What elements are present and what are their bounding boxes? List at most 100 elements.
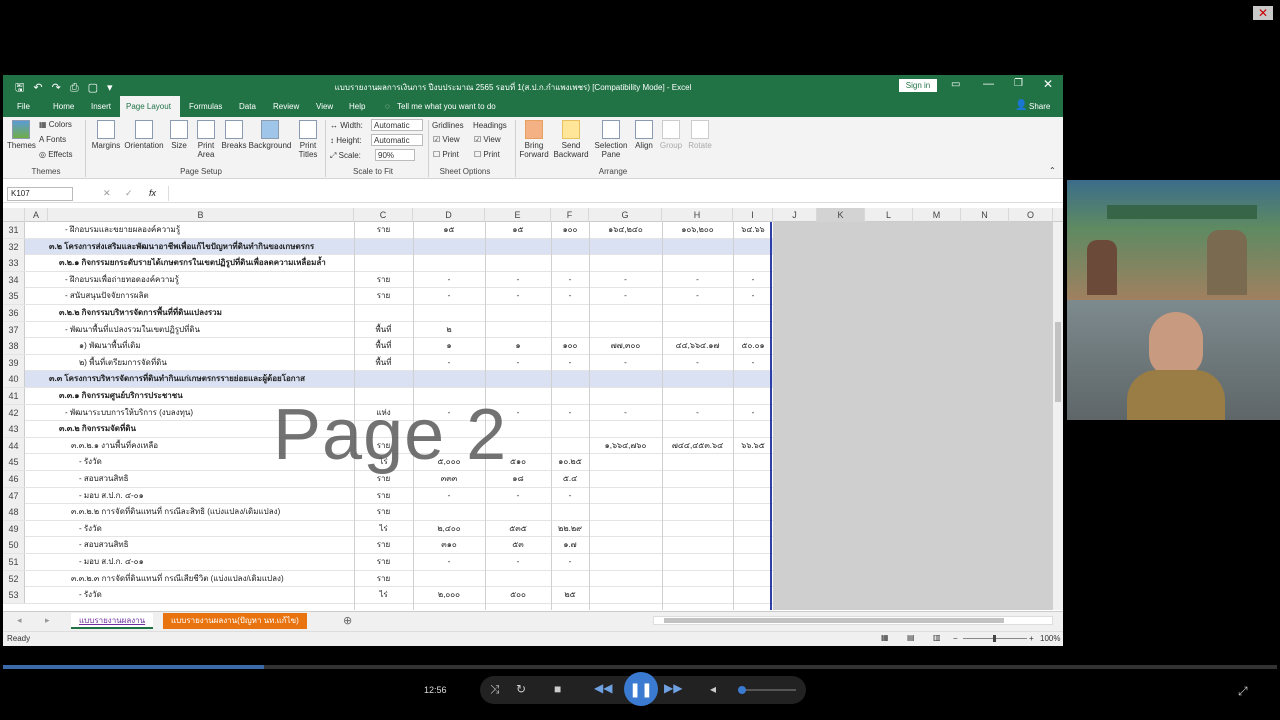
share-button[interactable]: Share (1029, 102, 1050, 111)
redo-icon[interactable]: ↷ (52, 81, 61, 94)
col-header-d[interactable]: D (413, 208, 485, 222)
fullscreen-icon[interactable]: ⤢ (1238, 684, 1248, 699)
scale-spinner[interactable]: 90% (375, 149, 415, 161)
gridlines-view-checkbox[interactable]: ☑ View (433, 135, 460, 144)
fx-icon[interactable]: fx (149, 188, 156, 198)
select-all-corner[interactable] (3, 208, 25, 222)
tab-data[interactable]: Data (233, 96, 262, 117)
row-header[interactable]: 34 (3, 271, 25, 288)
page-break-view-icon[interactable]: ▥ (933, 633, 941, 642)
enter-icon[interactable]: ✓ (125, 188, 133, 199)
row-header[interactable]: 38 (3, 338, 25, 355)
row-header[interactable]: 37 (3, 321, 25, 338)
row-header[interactable]: 50 (3, 537, 25, 554)
tab-view[interactable]: View (310, 96, 339, 117)
tell-me-search[interactable]: Tell me what you want to do (397, 102, 496, 111)
group-button[interactable]: Group (658, 120, 684, 150)
col-header-n[interactable]: N (961, 208, 1009, 222)
row-header[interactable]: 52 (3, 570, 25, 587)
close-overlay-button[interactable]: ✕ (1253, 6, 1273, 20)
row-header[interactable]: 47 (3, 487, 25, 504)
ribbon-display-icon[interactable]: ▭ (951, 79, 960, 90)
gridlines-print-checkbox[interactable]: ☐ Print (433, 150, 459, 159)
colors-button[interactable]: ▦ Colors (39, 120, 72, 129)
selection-pane-button[interactable]: Selection Pane (593, 120, 629, 159)
col-header-e[interactable]: E (485, 208, 551, 222)
minimize-icon[interactable]: — (983, 78, 994, 90)
shuffle-icon[interactable]: ⤨ (490, 682, 500, 697)
zoom-in-icon[interactable]: + (1029, 634, 1034, 643)
col-header-c[interactable]: C (354, 208, 413, 222)
zoom-thumb[interactable] (993, 635, 996, 642)
sheet-tab-report-problems[interactable]: แบบรายงานผลงาน(ปัญหา นท.แก้ไข) (163, 613, 307, 629)
send-backward-button[interactable]: Send Backward (553, 120, 589, 159)
bring-forward-button[interactable]: Bring Forward (518, 120, 550, 159)
row-header[interactable]: 35 (3, 288, 25, 305)
row-header[interactable]: 45 (3, 454, 25, 471)
margins-button[interactable]: Margins (91, 120, 121, 150)
volume-slider[interactable] (738, 686, 796, 694)
col-header-b[interactable]: B (48, 208, 354, 222)
print-titles-button[interactable]: Print Titles (296, 120, 320, 159)
tab-help[interactable]: Help (343, 96, 371, 117)
prev-sheet-icon[interactable]: ◂ (17, 615, 22, 626)
row-header[interactable]: 43 (3, 421, 25, 438)
fast-forward-icon[interactable]: ▶▶ (664, 681, 682, 695)
row-header[interactable]: 42 (3, 404, 25, 421)
col-header-i[interactable]: I (733, 208, 773, 222)
col-header-h[interactable]: H (662, 208, 733, 222)
orientation-button[interactable]: Orientation (123, 120, 165, 150)
add-sheet-icon[interactable]: ⊕ (343, 614, 352, 627)
tab-formulas[interactable]: Formulas (183, 96, 228, 117)
row-header[interactable]: 39 (3, 354, 25, 371)
zoom-slider[interactable] (963, 635, 1027, 642)
zoom-out-icon[interactable]: − (953, 634, 958, 643)
headings-view-checkbox[interactable]: ☑ View (474, 135, 501, 144)
formula-input[interactable] (168, 186, 1058, 201)
effects-button[interactable]: ◎ Effects (39, 150, 73, 159)
row-header[interactable]: 36 (3, 305, 25, 321)
page-layout-view-icon[interactable]: ▤ (907, 633, 915, 642)
rotate-button[interactable]: Rotate (687, 120, 713, 150)
undo-icon[interactable]: ↶ (33, 81, 42, 94)
col-header-l[interactable]: L (865, 208, 913, 222)
headings-print-checkbox[interactable]: ☐ Print (474, 150, 500, 159)
volume-thumb[interactable] (738, 686, 746, 694)
row-header[interactable]: 51 (3, 554, 25, 570)
row-header[interactable]: 32 (3, 238, 25, 255)
row-header[interactable]: 33 (3, 255, 25, 272)
print-preview-icon[interactable]: ⎙ (70, 82, 79, 95)
tab-review[interactable]: Review (267, 96, 305, 117)
tab-home[interactable]: Home (47, 96, 80, 117)
close-icon[interactable]: ✕ (1043, 77, 1053, 91)
row-header[interactable]: 44 (3, 437, 25, 454)
col-header-k[interactable]: K (817, 208, 865, 222)
themes-button[interactable]: Themes (7, 120, 36, 150)
cancel-icon[interactable]: ✕ (103, 188, 111, 199)
tab-page-layout[interactable]: Page Layout (120, 96, 180, 117)
volume-icon[interactable]: ◂ (710, 682, 716, 696)
row-header[interactable]: 40 (3, 371, 25, 388)
h-scroll-thumb[interactable] (664, 618, 1004, 623)
width-select[interactable]: Automatic (371, 119, 423, 131)
seek-bar[interactable] (3, 665, 1277, 669)
zoom-level[interactable]: 100% (1040, 634, 1060, 643)
scroll-thumb[interactable] (1055, 322, 1061, 402)
name-box[interactable]: K107 (7, 187, 73, 201)
col-header-o[interactable]: O (1009, 208, 1053, 222)
normal-view-icon[interactable]: ▦ (881, 633, 889, 642)
row-header[interactable]: 48 (3, 504, 25, 521)
fonts-button[interactable]: A Fonts (39, 135, 66, 144)
tab-insert[interactable]: Insert (85, 96, 117, 117)
customize-qat-icon[interactable]: ▾ (107, 81, 113, 94)
align-button[interactable]: Align (633, 120, 655, 150)
pause-icon[interactable]: ❚❚ (624, 672, 658, 706)
sign-in-button[interactable]: Sign in (899, 79, 937, 92)
sheet-tab-report[interactable]: แบบรายงานผลงาน (71, 613, 154, 629)
col-header-g[interactable]: G (589, 208, 662, 222)
tab-file[interactable]: File (11, 96, 36, 117)
repeat-icon[interactable]: ↻ (516, 682, 526, 696)
horizontal-scrollbar[interactable] (653, 616, 1053, 625)
row-header[interactable]: 31 (3, 222, 25, 238)
next-sheet-icon[interactable]: ▸ (45, 615, 50, 626)
